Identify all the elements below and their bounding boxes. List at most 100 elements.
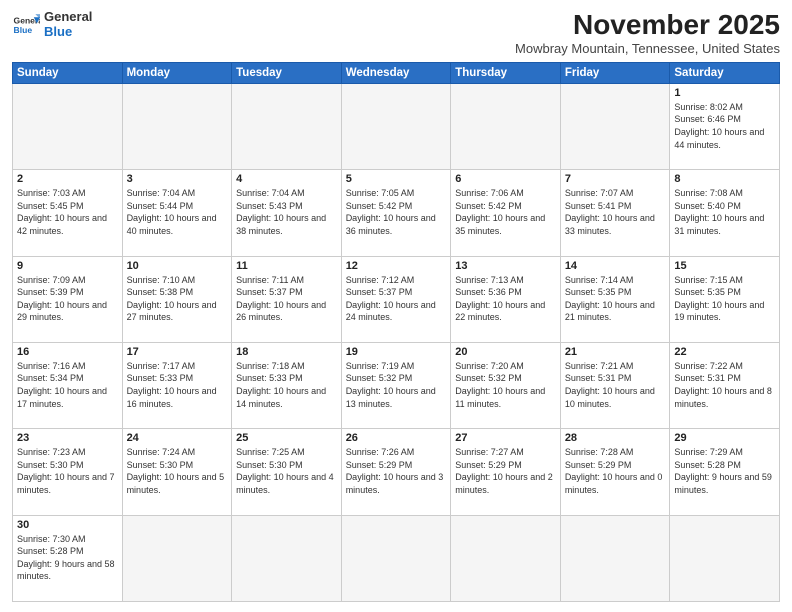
day-number: 1: [674, 87, 775, 99]
calendar-cell: 17 Sunrise: 7:17 AM Sunset: 5:33 PM Dayli…: [122, 342, 232, 428]
calendar-cell: [232, 83, 342, 169]
calendar-cell: 23 Sunrise: 7:23 AM Sunset: 5:30 PM Dayli…: [13, 429, 123, 515]
page: General Blue General Blue November 2025 …: [0, 0, 792, 612]
calendar-week-5: 23 Sunrise: 7:23 AM Sunset: 5:30 PM Dayli…: [13, 429, 780, 515]
calendar-week-1: 1 Sunrise: 8:02 AM Sunset: 6:46 PM Daylig…: [13, 83, 780, 169]
day-info: Sunrise: 7:11 AM Sunset: 5:37 PM Dayligh…: [236, 274, 337, 324]
weekday-header-wednesday: Wednesday: [341, 62, 451, 83]
calendar-cell: 21 Sunrise: 7:21 AM Sunset: 5:31 PM Dayli…: [560, 342, 670, 428]
weekday-header-thursday: Thursday: [451, 62, 561, 83]
day-number: 17: [127, 346, 228, 358]
day-info: Sunrise: 7:04 AM Sunset: 5:43 PM Dayligh…: [236, 187, 337, 237]
weekday-header-tuesday: Tuesday: [232, 62, 342, 83]
location-title: Mowbray Mountain, Tennessee, United Stat…: [515, 41, 780, 56]
calendar-cell: 3Sunrise: 7:04 AM Sunset: 5:44 PM Daylig…: [122, 170, 232, 256]
day-info: Sunrise: 7:21 AM Sunset: 5:31 PM Dayligh…: [565, 360, 666, 410]
calendar-cell: [341, 515, 451, 601]
calendar-table: SundayMondayTuesdayWednesdayThursdayFrid…: [12, 62, 780, 602]
day-number: 24: [127, 432, 228, 444]
day-info: Sunrise: 7:20 AM Sunset: 5:32 PM Dayligh…: [455, 360, 556, 410]
day-number: 4: [236, 173, 337, 185]
day-number: 26: [346, 432, 447, 444]
calendar-body: 1 Sunrise: 8:02 AM Sunset: 6:46 PM Daylig…: [13, 83, 780, 601]
calendar-cell: [560, 83, 670, 169]
calendar-cell: 19 Sunrise: 7:19 AM Sunset: 5:32 PM Dayli…: [341, 342, 451, 428]
header: General Blue General Blue November 2025 …: [12, 10, 780, 56]
logo-general-text: General: [44, 10, 92, 25]
weekday-header-sunday: Sunday: [13, 62, 123, 83]
calendar-cell: 12Sunrise: 7:12 AM Sunset: 5:37 PM Dayli…: [341, 256, 451, 342]
calendar-cell: [451, 515, 561, 601]
day-number: 8: [674, 173, 775, 185]
day-number: 25: [236, 432, 337, 444]
day-info: Sunrise: 7:26 AM Sunset: 5:29 PM Dayligh…: [346, 446, 447, 496]
day-info: Sunrise: 7:23 AM Sunset: 5:30 PM Dayligh…: [17, 446, 118, 496]
day-number: 13: [455, 260, 556, 272]
calendar-cell: 4 Sunrise: 7:04 AM Sunset: 5:43 PM Daylig…: [232, 170, 342, 256]
calendar-cell: [122, 515, 232, 601]
day-info: Sunrise: 7:07 AM Sunset: 5:41 PM Dayligh…: [565, 187, 666, 237]
day-info: Sunrise: 7:22 AM Sunset: 5:31 PM Dayligh…: [674, 360, 775, 410]
day-number: 5: [346, 173, 447, 185]
calendar-week-2: 2Sunrise: 7:03 AM Sunset: 5:45 PM Daylig…: [13, 170, 780, 256]
calendar-cell: [341, 83, 451, 169]
calendar-cell: 29Sunrise: 7:29 AM Sunset: 5:28 PM Dayli…: [670, 429, 780, 515]
calendar-cell: 28 Sunrise: 7:28 AM Sunset: 5:29 PM Dayli…: [560, 429, 670, 515]
day-number: 9: [17, 260, 118, 272]
calendar-cell: 5 Sunrise: 7:05 AM Sunset: 5:42 PM Daylig…: [341, 170, 451, 256]
day-number: 28: [565, 432, 666, 444]
calendar-cell: [122, 83, 232, 169]
day-info: Sunrise: 7:08 AM Sunset: 5:40 PM Dayligh…: [674, 187, 775, 237]
weekday-header-saturday: Saturday: [670, 62, 780, 83]
day-number: 29: [674, 432, 775, 444]
day-info: Sunrise: 7:27 AM Sunset: 5:29 PM Dayligh…: [455, 446, 556, 496]
calendar-cell: 1 Sunrise: 8:02 AM Sunset: 6:46 PM Daylig…: [670, 83, 780, 169]
day-info: Sunrise: 7:14 AM Sunset: 5:35 PM Dayligh…: [565, 274, 666, 324]
month-title: November 2025: [515, 10, 780, 41]
day-number: 18: [236, 346, 337, 358]
day-number: 20: [455, 346, 556, 358]
day-info: Sunrise: 7:19 AM Sunset: 5:32 PM Dayligh…: [346, 360, 447, 410]
day-info: Sunrise: 7:09 AM Sunset: 5:39 PM Dayligh…: [17, 274, 118, 324]
calendar-cell: 6Sunrise: 7:06 AM Sunset: 5:42 PM Daylig…: [451, 170, 561, 256]
calendar-cell: 13 Sunrise: 7:13 AM Sunset: 5:36 PM Dayli…: [451, 256, 561, 342]
day-number: 27: [455, 432, 556, 444]
calendar-cell: 25 Sunrise: 7:25 AM Sunset: 5:30 PM Dayli…: [232, 429, 342, 515]
day-info: Sunrise: 7:17 AM Sunset: 5:33 PM Dayligh…: [127, 360, 228, 410]
calendar-cell: 24 Sunrise: 7:24 AM Sunset: 5:30 PM Dayli…: [122, 429, 232, 515]
calendar-cell: [451, 83, 561, 169]
day-info: Sunrise: 7:25 AM Sunset: 5:30 PM Dayligh…: [236, 446, 337, 496]
day-info: Sunrise: 7:10 AM Sunset: 5:38 PM Dayligh…: [127, 274, 228, 324]
calendar-cell: [232, 515, 342, 601]
calendar-cell: 10Sunrise: 7:10 AM Sunset: 5:38 PM Dayli…: [122, 256, 232, 342]
logo: General Blue General Blue: [12, 10, 92, 40]
calendar-week-6: 30 Sunrise: 7:30 AM Sunset: 5:28 PM Dayli…: [13, 515, 780, 601]
day-info: Sunrise: 7:24 AM Sunset: 5:30 PM Dayligh…: [127, 446, 228, 496]
day-number: 16: [17, 346, 118, 358]
day-number: 6: [455, 173, 556, 185]
day-number: 21: [565, 346, 666, 358]
day-number: 7: [565, 173, 666, 185]
day-info: Sunrise: 7:05 AM Sunset: 5:42 PM Dayligh…: [346, 187, 447, 237]
day-number: 19: [346, 346, 447, 358]
calendar-cell: 18 Sunrise: 7:18 AM Sunset: 5:33 PM Dayli…: [232, 342, 342, 428]
calendar-week-4: 16 Sunrise: 7:16 AM Sunset: 5:34 PM Dayli…: [13, 342, 780, 428]
calendar-cell: 14Sunrise: 7:14 AM Sunset: 5:35 PM Dayli…: [560, 256, 670, 342]
calendar-cell: 22Sunrise: 7:22 AM Sunset: 5:31 PM Dayli…: [670, 342, 780, 428]
day-number: 30: [17, 519, 118, 531]
day-info: Sunrise: 7:18 AM Sunset: 5:33 PM Dayligh…: [236, 360, 337, 410]
day-info: Sunrise: 7:04 AM Sunset: 5:44 PM Dayligh…: [127, 187, 228, 237]
day-info: Sunrise: 7:16 AM Sunset: 5:34 PM Dayligh…: [17, 360, 118, 410]
day-number: 23: [17, 432, 118, 444]
calendar-cell: [670, 515, 780, 601]
day-info: Sunrise: 7:28 AM Sunset: 5:29 PM Dayligh…: [565, 446, 666, 496]
logo-blue-text: Blue: [44, 25, 92, 40]
day-info: Sunrise: 7:13 AM Sunset: 5:36 PM Dayligh…: [455, 274, 556, 324]
day-info: Sunrise: 8:02 AM Sunset: 6:46 PM Dayligh…: [674, 101, 775, 151]
day-info: Sunrise: 7:30 AM Sunset: 5:28 PM Dayligh…: [17, 533, 118, 583]
svg-text:Blue: Blue: [14, 25, 33, 35]
calendar-cell: [13, 83, 123, 169]
day-number: 15: [674, 260, 775, 272]
calendar-cell: 27 Sunrise: 7:27 AM Sunset: 5:29 PM Dayli…: [451, 429, 561, 515]
day-number: 2: [17, 173, 118, 185]
